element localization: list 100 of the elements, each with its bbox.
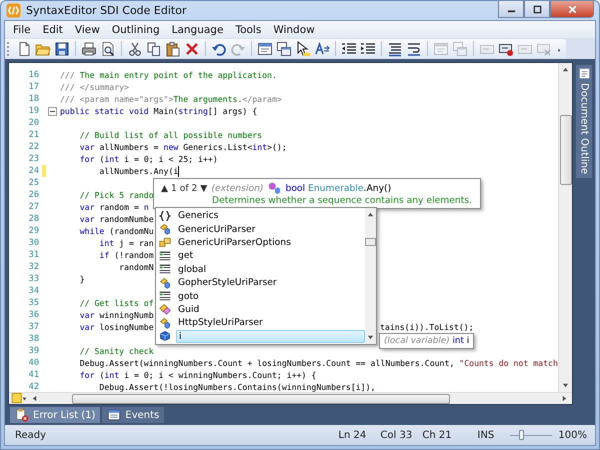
- menu-item[interactable]: View: [68, 24, 106, 36]
- menu-item[interactable]: Outlining: [106, 24, 166, 36]
- completion-item[interactable]: Guid: [156, 302, 365, 316]
- printer-icon[interactable]: [81, 40, 97, 56]
- lines-icon[interactable]: [387, 40, 403, 56]
- completion-item[interactable]: GopherStyleUriParser: [156, 276, 365, 290]
- line-number: 41: [28, 370, 39, 380]
- struct-icon: [159, 303, 171, 316]
- class-icon: [159, 223, 171, 236]
- window-title: SyntaxEditor SDI Code Editor: [26, 4, 186, 17]
- code-line: var losingNumbe: [78, 322, 154, 332]
- outdent-icon[interactable]: [341, 40, 357, 56]
- windows-icon[interactable]: [276, 40, 292, 56]
- line-number: 38: [28, 334, 39, 344]
- scroll-right-icon[interactable]: [561, 395, 568, 402]
- menu-item[interactable]: Language: [166, 24, 230, 36]
- line-number: 26: [28, 190, 39, 200]
- event-list-icon: [107, 408, 122, 422]
- line-number: 17: [28, 82, 39, 92]
- method-signature: bool Enumerable.Any(): [285, 182, 392, 194]
- scroll-left-icon[interactable]: [31, 395, 38, 402]
- clipboard-icon[interactable]: [165, 40, 181, 56]
- line-number: 23: [28, 154, 39, 164]
- completion-item[interactable]: global: [156, 262, 365, 276]
- copy-icon[interactable]: [146, 40, 162, 56]
- line-number: 20: [28, 118, 39, 128]
- page-magnifier-icon[interactable]: [100, 40, 116, 56]
- maximize-button[interactable]: [524, 1, 550, 18]
- scroll-down-icon[interactable]: [562, 382, 569, 389]
- code-line: if (!random: [98, 250, 154, 260]
- line-number: 27: [28, 202, 39, 212]
- menu-item[interactable]: File: [7, 24, 37, 36]
- character-indicator: Ch 21: [422, 430, 453, 440]
- zoom-level: 100%: [558, 430, 587, 440]
- delete-icon[interactable]: [184, 40, 200, 56]
- code-line: }: [78, 274, 85, 284]
- line-number: 34: [28, 286, 39, 296]
- code-line: // Sanity check: [78, 346, 154, 356]
- scrollbar[interactable]: [365, 208, 376, 344]
- window-icon[interactable]: [257, 40, 273, 56]
- completion-item[interactable]: goto: [156, 289, 365, 303]
- menu-item[interactable]: Window: [267, 24, 321, 36]
- vertical-scrollbar[interactable]: [558, 63, 572, 392]
- code-line: randomN: [118, 262, 154, 272]
- scroll-down-icon[interactable]: [367, 334, 374, 341]
- code-line: var allNumbers = new Generics.List<int>();: [78, 142, 287, 152]
- line-number: 28: [28, 214, 39, 224]
- code-line: allNumbers.Any(i: [98, 166, 178, 176]
- save-icon[interactable]: [54, 40, 70, 56]
- line-number: 29: [28, 226, 39, 236]
- panel-tab[interactable]: Error List (1): [10, 407, 100, 423]
- scissors-icon[interactable]: [127, 40, 143, 56]
- horizontal-scrollbar[interactable]: [9, 392, 572, 404]
- completion-item[interactable]: GenericUriParser: [156, 222, 365, 236]
- enum-icon: [159, 236, 171, 248]
- code-line: Debug.Assert(winningNumbers.Count + losingNumbers.Count == allNumbers.Count, "Counts do not match: [78, 358, 558, 368]
- cube-icon: [159, 330, 171, 342]
- cursor-icon[interactable]: [295, 40, 311, 56]
- code-editor[interactable]: [8, 62, 573, 405]
- quick-info-tooltip: (local variable) int i: [379, 333, 474, 349]
- code-line: var randomNumbe: [78, 214, 154, 224]
- insert-mode-indicator: INS: [477, 430, 496, 440]
- line-number: 40: [28, 358, 39, 368]
- scroll-thumb[interactable]: [72, 394, 450, 404]
- collapse-icon[interactable]: [48, 106, 57, 116]
- scroll-thumb[interactable]: [365, 238, 376, 246]
- error-list-icon: [15, 408, 29, 422]
- code-line: for (int i = 0; i < 25; i++): [78, 154, 218, 164]
- line-indicator: Ln 24: [338, 430, 368, 440]
- side-tab[interactable]: Document Outline: [576, 65, 592, 178]
- slider-thumb[interactable]: [518, 430, 524, 440]
- line-number: 37: [28, 322, 39, 332]
- line-number: 36: [28, 310, 39, 320]
- method-description: Determines whether a sequence contains any elements.: [212, 195, 472, 206]
- minimize-button[interactable]: [498, 1, 524, 18]
- completion-item[interactable]: HttpStyleUriParser: [156, 316, 365, 330]
- class-icon: [159, 276, 171, 289]
- scroll-thumb[interactable]: [560, 115, 572, 185]
- line-number: 16: [28, 70, 39, 80]
- code-line: /// The main entry point of the application.: [60, 70, 277, 80]
- scroll-up-icon[interactable]: [367, 211, 374, 218]
- code-line: var winningNumb: [78, 310, 154, 320]
- overload-pager[interactable]: ▲ 1 of 2 ▼: [161, 182, 208, 194]
- code-line: int j = ran: [98, 238, 154, 248]
- completion-item[interactable]: Generics: [156, 209, 365, 222]
- completion-item[interactable]: get: [156, 249, 365, 263]
- note-dropdown-icon[interactable]: [11, 393, 27, 404]
- menu-item[interactable]: Tools: [229, 24, 268, 36]
- text-size-icon[interactable]: [314, 40, 330, 56]
- close-button[interactable]: [550, 1, 594, 18]
- menu-item[interactable]: Edit: [36, 24, 69, 36]
- completion-item[interactable]: GenericUriParserOptions: [156, 236, 365, 250]
- line-number: 24: [28, 166, 39, 176]
- indent-icon[interactable]: [360, 40, 376, 56]
- maximize-icon: [532, 4, 542, 14]
- line-number: 30: [28, 238, 39, 248]
- scroll-up-icon[interactable]: [562, 66, 569, 73]
- wrap-lines-icon[interactable]: [406, 40, 422, 56]
- panel-tab[interactable]: Events: [102, 407, 164, 423]
- class-icon: [159, 316, 171, 329]
